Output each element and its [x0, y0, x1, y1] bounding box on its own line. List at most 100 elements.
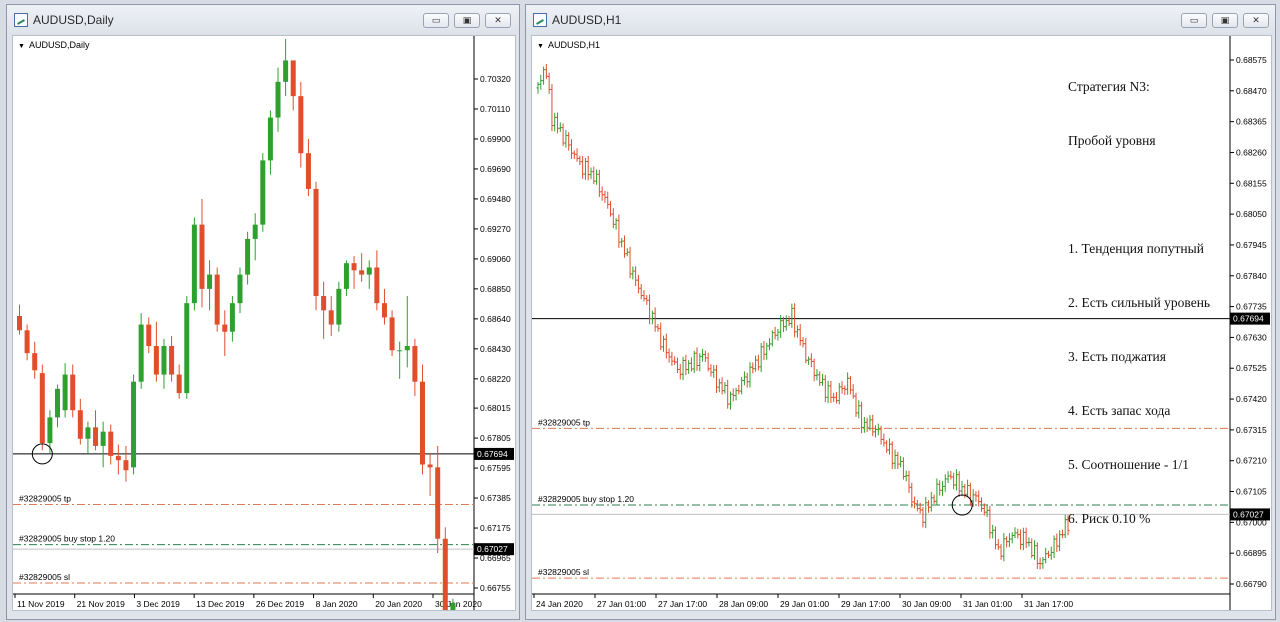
level-price-label: 0.67694: [477, 449, 508, 459]
time-tick-label: 27 Jan 17:00: [658, 599, 707, 609]
candle-body: [207, 274, 213, 289]
candle-body: [245, 238, 251, 275]
candle-body: [442, 538, 448, 610]
candle-body: [153, 345, 159, 375]
order-level-label: #32829005 tp: [538, 417, 590, 427]
time-tick-label: 26 Dec 2019: [256, 599, 304, 609]
candle-body: [161, 345, 167, 375]
strategy-item: 1. Тенденция попутный: [1068, 241, 1204, 256]
minimize-button[interactable]: ▭: [423, 13, 449, 28]
time-tick-label: 24 Jan 2020: [536, 599, 583, 609]
candle-body: [100, 431, 106, 446]
candle-body: [146, 324, 152, 346]
price-tick-label: 0.69060: [480, 254, 511, 264]
candle-body: [85, 427, 91, 439]
minimize-button[interactable]: ▭: [1181, 13, 1207, 28]
price-tick-label: 0.70320: [480, 74, 511, 84]
price-tick-label: 0.68260: [1236, 147, 1267, 157]
time-tick-label: 29 Jan 01:00: [780, 599, 829, 609]
chart-window-daily[interactable]: AUDUSD,Daily ▭ ▣ ✕ AUDUSD,Daily 0.70320 0…: [6, 4, 520, 620]
strategy-item: 5. Соотношение - 1/1: [1068, 457, 1190, 472]
price-tick-label: 0.67105: [1236, 487, 1267, 497]
candle-body: [404, 345, 410, 351]
close-button[interactable]: ✕: [1243, 13, 1269, 28]
candle-body: [39, 373, 45, 444]
price-tick-label: 0.68850: [480, 284, 511, 294]
candle-body: [252, 224, 258, 239]
price-tick-label: 0.68470: [1236, 86, 1267, 96]
price-tick-label: 0.66895: [1236, 548, 1267, 558]
strategy-item: 2. Есть сильный уровень: [1068, 295, 1211, 310]
candle-body: [290, 60, 296, 97]
maximize-button[interactable]: ▣: [1212, 13, 1238, 28]
candle-body: [214, 274, 220, 325]
strategy-note: Стратегия N3: Пробой уровня 1. Тенденция…: [1068, 42, 1210, 564]
candle-body: [412, 345, 418, 382]
daily-candlestick-chart: 0.70320 0.70110 0.69900 0.69690 0.69480 0.692…: [13, 36, 514, 610]
bid-price-label: 0.67027: [477, 544, 508, 554]
price-tick-label: 0.67175: [480, 523, 511, 533]
candle-body: [397, 350, 403, 352]
window-titlebar[interactable]: AUDUSD,H1 ▭ ▣ ✕: [526, 5, 1275, 35]
close-button[interactable]: ✕: [485, 13, 511, 28]
candle-body: [62, 374, 68, 411]
candle-body: [199, 224, 205, 289]
candle-body: [70, 374, 76, 411]
price-tick-label: 0.68050: [1236, 209, 1267, 219]
time-tick-label: 11 Nov 2019: [17, 599, 65, 609]
time-tick-label: 3 Dec 2019: [136, 599, 180, 609]
candle-body: [237, 274, 243, 304]
candle-body: [131, 381, 137, 468]
candle-body: [17, 316, 22, 331]
time-tick-label: 29 Jan 17:00: [841, 599, 890, 609]
candle-body: [260, 160, 266, 225]
candle-body: [169, 345, 175, 375]
maximize-button[interactable]: ▣: [454, 13, 480, 28]
price-tick-label: 0.69480: [480, 194, 511, 204]
price-tick-label: 0.67525: [1236, 363, 1267, 373]
window-titlebar[interactable]: AUDUSD,Daily ▭ ▣ ✕: [7, 5, 519, 35]
candle-body: [176, 374, 182, 394]
chart-area-h1[interactable]: AUDUSD,H1 0.685750.684700.683650.682600.…: [531, 35, 1272, 611]
candle-body: [222, 324, 228, 332]
candle-body: [351, 263, 357, 271]
candle-body: [366, 267, 372, 275]
candle-body: [138, 324, 144, 382]
candle-body: [184, 303, 190, 394]
price-tick-label: 0.67630: [1236, 332, 1267, 342]
chart-window-h1[interactable]: AUDUSD,H1 ▭ ▣ ✕ AUDUSD,H1 0.68575 0.68470…: [525, 4, 1276, 620]
candle-body: [24, 330, 30, 354]
candle-body: [374, 267, 380, 304]
price-tick-label: 0.68640: [480, 314, 511, 324]
level-price-label: 0.67694: [1233, 314, 1264, 324]
candle-body: [389, 317, 395, 351]
price-tick-label: 0.70110: [480, 104, 510, 114]
price-tick-label: 0.67805: [480, 433, 511, 443]
candle-body: [321, 296, 327, 311]
candle-body: [381, 303, 387, 318]
price-tick-label: 0.66790: [1236, 579, 1267, 589]
candle-body: [450, 602, 456, 610]
price-tick-label: 0.67385: [480, 493, 511, 503]
price-tick-label: 0.67420: [1236, 394, 1267, 404]
candle-body: [108, 431, 114, 456]
strategy-item: 3. Есть поджатия: [1068, 349, 1166, 364]
candle-body: [313, 188, 319, 297]
candle-body: [283, 60, 289, 82]
candle-body: [47, 417, 53, 444]
strategy-subtitle: Пробой уровня: [1068, 133, 1156, 148]
order-level-label: #32829005 buy stop 1.20: [538, 494, 634, 504]
chart-area-daily[interactable]: AUDUSD,Daily 0.703200.701100.699000.6969…: [12, 35, 516, 611]
candle-body: [359, 270, 365, 275]
candle-body: [419, 381, 425, 465]
chart-window-icon: [14, 13, 28, 27]
candle-body: [343, 263, 349, 289]
candle-body: [93, 427, 99, 446]
time-tick-label: 21 Nov 2019: [77, 599, 125, 609]
strategy-title: Стратегия N3:: [1068, 79, 1150, 94]
price-tick-label: 0.68015: [480, 403, 511, 413]
window-title: AUDUSD,Daily: [33, 13, 114, 27]
candle-body: [77, 410, 83, 439]
price-tick-label: 0.69900: [480, 134, 511, 144]
candle-body: [267, 117, 273, 161]
